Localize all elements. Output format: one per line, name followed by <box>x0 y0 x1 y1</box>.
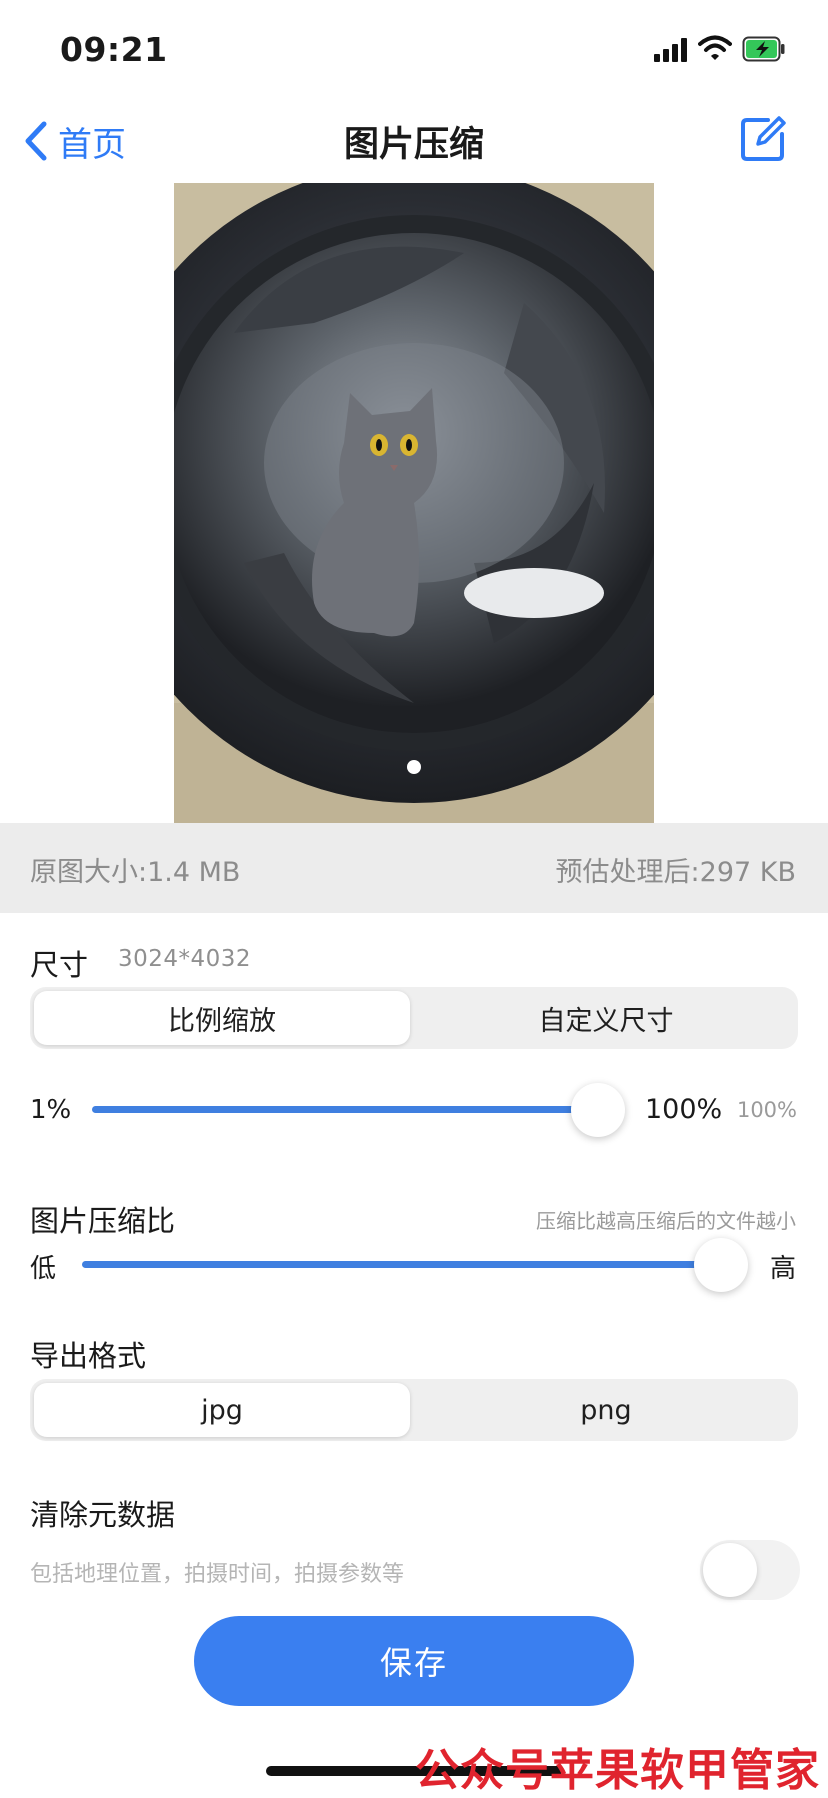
image-preview[interactable] <box>174 183 654 823</box>
page-title: 图片压缩 <box>343 125 484 165</box>
segment-custom-size[interactable]: 自定义尺寸 <box>418 991 794 1045</box>
clear-metadata-hint: 包括地理位置，拍摄时间，拍摄参数等 <box>30 1562 405 1587</box>
export-format-label: 导出格式 <box>30 1339 147 1373</box>
segment-jpg[interactable]: jpg <box>34 1383 410 1437</box>
segment-png[interactable]: png <box>418 1383 794 1437</box>
cellular-signal-icon <box>654 38 688 62</box>
watermark: 公众号苹果软甲管家 <box>415 1745 820 1796</box>
scale-min-label: 1% <box>30 1095 72 1125</box>
compression-slider-track[interactable] <box>82 1261 722 1268</box>
estimated-size: 预估处理后:297 KB <box>555 857 796 888</box>
compression-low-label: 低 <box>30 1254 57 1284</box>
edit-button[interactable] <box>738 114 788 164</box>
battery-icon <box>742 36 786 62</box>
compression-label: 图片压缩比 <box>30 1204 176 1238</box>
page-indicator-dot <box>407 760 421 774</box>
status-time: 09:21 <box>60 30 168 69</box>
scale-slider-knob[interactable] <box>571 1083 625 1137</box>
segment-proportional-scale[interactable]: 比例缩放 <box>34 991 410 1045</box>
compression-slider-knob[interactable] <box>694 1238 748 1292</box>
edit-icon <box>741 116 786 161</box>
clear-metadata-toggle[interactable] <box>700 1540 800 1600</box>
compression-high-label: 高 <box>770 1254 797 1284</box>
wifi-icon <box>698 34 732 62</box>
scale-max-label: 100% <box>645 1094 723 1125</box>
resize-mode-control: 比例缩放 自定义尺寸 <box>30 987 798 1049</box>
washing-machine-cat-photo <box>174 183 654 823</box>
compression-hint: 压缩比越高压缩后的文件越小 <box>536 1209 796 1233</box>
dimensions-value: 3024*4032 <box>118 946 252 972</box>
clear-metadata-label: 清除元数据 <box>30 1498 176 1532</box>
dimensions-label: 尺寸 <box>30 948 89 982</box>
original-size: 原图大小:1.4 MB <box>30 857 241 888</box>
toggle-knob <box>703 1543 757 1597</box>
scale-current-value: 100% <box>736 1098 797 1122</box>
scale-slider-track[interactable] <box>92 1106 598 1113</box>
export-format-control: jpg png <box>30 1379 798 1441</box>
save-button[interactable]: 保存 <box>194 1616 634 1706</box>
